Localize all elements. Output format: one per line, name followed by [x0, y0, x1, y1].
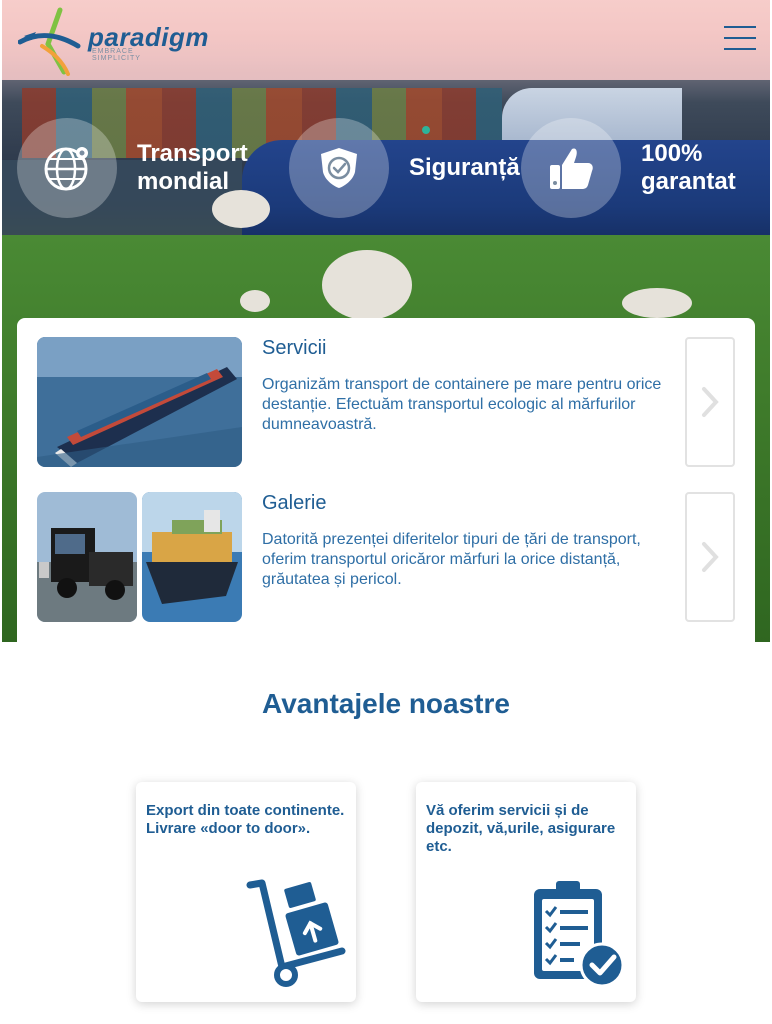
- feature-transport: Transport mondial: [17, 118, 248, 218]
- feature-label: Transport mondial: [137, 140, 248, 195]
- truck-image: [37, 492, 137, 622]
- feature-label: Siguranță: [409, 154, 520, 181]
- thumbs-up-icon: [521, 118, 621, 218]
- advantage-text: Export din toate continente. Livrare «do…: [146, 802, 345, 837]
- sheep-image: [622, 288, 692, 318]
- logo-tagline: EMBRACE SIMPLICITY: [92, 48, 141, 62]
- paradigm-logo[interactable]: paradigm EMBRACE SIMPLICITY: [17, 6, 209, 76]
- hamburger-menu-icon[interactable]: [724, 26, 756, 52]
- service-row-servicii[interactable]: Servicii Organizăm transport de containe…: [37, 337, 737, 467]
- service-description: Organizăm transport de containere pe mar…: [262, 376, 662, 433]
- service-row-galerie[interactable]: Galerie Datorită prezenței diferitelor t…: [37, 492, 737, 622]
- sheep-image: [240, 290, 270, 312]
- chevron-right-icon: [702, 387, 719, 417]
- service-title[interactable]: Servicii: [262, 337, 326, 360]
- advantages-heading: Avantajele noastre: [262, 688, 510, 719]
- service-arrow-button[interactable]: [685, 492, 735, 622]
- logo-mark-icon: [17, 7, 81, 76]
- services-panel: Servicii Organizăm transport de containe…: [17, 318, 755, 648]
- feature-guarantee: 100% garantat: [521, 118, 736, 218]
- advantage-text: Vă oferim servicii și de depozit, vă,uri…: [426, 802, 616, 855]
- carousel-dot[interactable]: [422, 126, 430, 134]
- advantage-card-storage: Vă oferim servicii și de depozit, vă,uri…: [416, 782, 636, 1002]
- service-description: Datorită prezenței diferitelor tipuri de…: [262, 531, 641, 588]
- container-ship-image: [142, 492, 242, 622]
- service-title[interactable]: Galerie: [262, 492, 326, 515]
- shield-check-icon: [289, 118, 389, 218]
- chevron-right-icon: [702, 542, 719, 572]
- cargo-ship-image: [37, 337, 242, 467]
- feature-safety: Siguranță: [289, 118, 520, 218]
- globe-icon: [17, 118, 117, 218]
- advantage-card-export: Export din toate continente. Livrare «do…: [136, 782, 356, 1002]
- feature-label: 100% garantat: [641, 140, 736, 195]
- clipboard-check-icon: [530, 877, 626, 994]
- service-arrow-button[interactable]: [685, 337, 735, 467]
- sheep-image: [322, 250, 412, 320]
- hand-truck-icon: [246, 879, 346, 994]
- site-header: paradigm EMBRACE SIMPLICITY: [2, 0, 770, 80]
